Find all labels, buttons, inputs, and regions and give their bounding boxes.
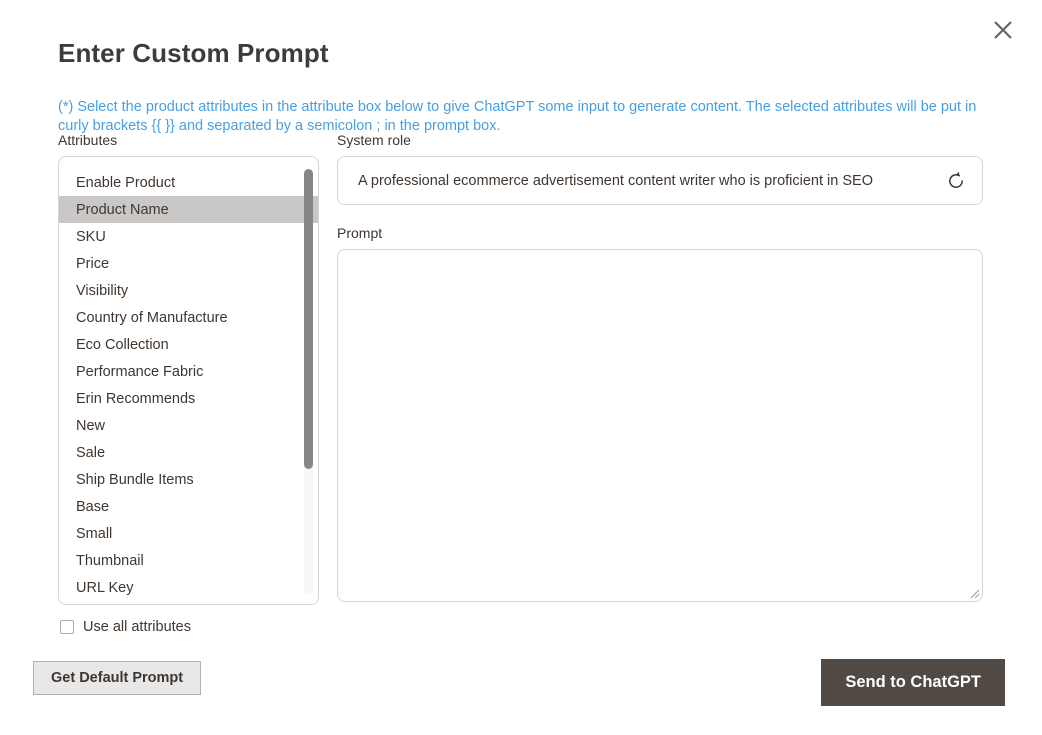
page-title: Enter Custom Prompt	[58, 38, 329, 68]
list-item[interactable]: Price	[59, 250, 318, 277]
attributes-column: Attributes Enable Product Product Name S…	[58, 132, 319, 635]
list-item[interactable]: Sale	[59, 439, 318, 466]
list-item[interactable]: Ship Bundle Items	[59, 466, 318, 493]
list-item[interactable]: Small	[59, 520, 318, 547]
attributes-scrollbar-thumb[interactable]	[304, 169, 313, 469]
list-item[interactable]: Visibility	[59, 277, 318, 304]
prompt-field[interactable]	[337, 249, 983, 602]
list-item[interactable]: Erin Recommends	[59, 385, 318, 412]
attributes-listbox[interactable]: Enable Product Product Name SKU Price Vi…	[58, 156, 319, 605]
use-all-attributes-checkbox[interactable]	[60, 620, 74, 634]
list-item[interactable]: Enable Product	[59, 169, 318, 196]
close-icon[interactable]	[986, 13, 1020, 47]
get-default-prompt-button[interactable]: Get Default Prompt	[33, 661, 202, 695]
list-item-clipped[interactable]	[59, 601, 318, 604]
prompt-label: Prompt	[337, 225, 383, 241]
list-item[interactable]: URL Key	[59, 574, 318, 601]
close-icon-glyph	[994, 21, 1012, 39]
list-item[interactable]: New	[59, 412, 318, 439]
list-item[interactable]: Eco Collection	[59, 331, 318, 358]
refresh-icon-glyph	[949, 171, 963, 188]
attributes-scrollbar-track[interactable]	[304, 169, 313, 594]
prompt-column: System role Prompt	[337, 132, 983, 602]
attributes-list: Enable Product Product Name SKU Price Vi…	[59, 157, 318, 604]
list-item[interactable]: Country of Manufacture	[59, 304, 318, 331]
system-role-field[interactable]	[337, 156, 983, 205]
list-item[interactable]: Product Name	[59, 196, 318, 223]
dialog-footer: Get Default Prompt Send to ChatGPT	[0, 659, 1042, 735]
list-item[interactable]: Thumbnail	[59, 547, 318, 574]
prompt-textarea[interactable]	[337, 249, 983, 602]
system-role-input[interactable]	[338, 157, 982, 204]
custom-prompt-dialog: Enter Custom Prompt (*) Select the produ…	[0, 0, 1042, 735]
system-role-label: System role	[337, 132, 411, 148]
attributes-label: Attributes	[58, 132, 118, 148]
instruction-note: (*) Select the product attributes in the…	[58, 98, 977, 135]
list-item[interactable]: SKU	[59, 223, 318, 250]
send-to-chatgpt-button[interactable]: Send to ChatGPT	[821, 659, 1005, 706]
use-all-attributes-row[interactable]: Use all attributes	[60, 619, 319, 635]
refresh-icon[interactable]	[942, 167, 970, 195]
list-item[interactable]: Base	[59, 493, 318, 520]
list-item[interactable]: Performance Fabric	[59, 358, 318, 385]
use-all-attributes-label: Use all attributes	[83, 619, 191, 635]
